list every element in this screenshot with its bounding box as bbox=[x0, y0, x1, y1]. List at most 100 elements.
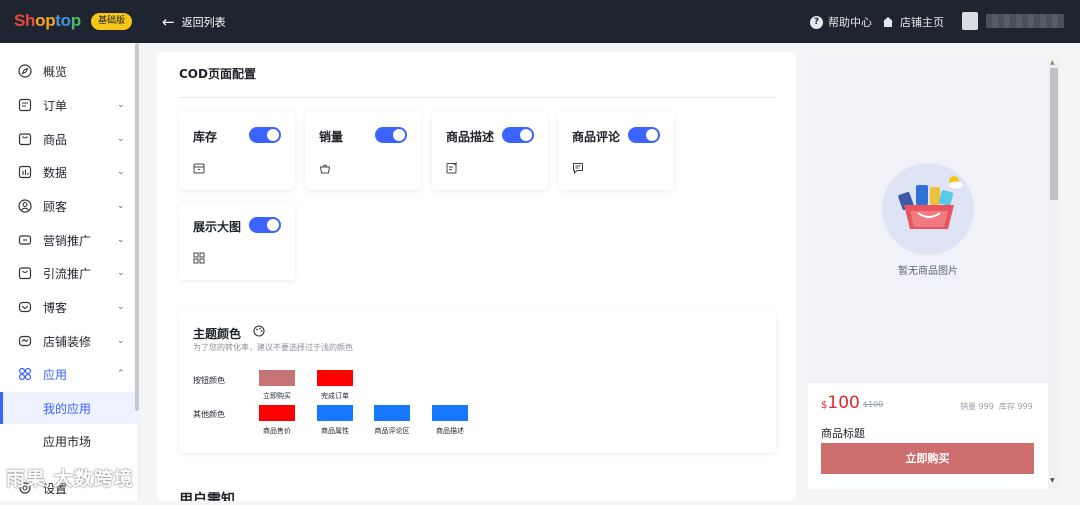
sidebar-item-label: 订单 bbox=[43, 98, 68, 113]
chevron-down-icon: ⌄ bbox=[117, 268, 125, 278]
inventory-icon bbox=[193, 163, 205, 174]
product-stats: 销量 999 库存 999 bbox=[960, 401, 1033, 412]
chevron-down-icon: ⌄ bbox=[117, 302, 125, 312]
reviews-toggle[interactable] bbox=[628, 127, 660, 143]
toggle-knob bbox=[267, 129, 279, 141]
page-title: COD页面配置 bbox=[179, 67, 256, 81]
description-color-swatch[interactable] bbox=[432, 405, 468, 421]
toggle-label: 展示大图 bbox=[193, 220, 242, 234]
inventory-toggle[interactable] bbox=[249, 127, 281, 143]
chevron-down-icon: ⌄ bbox=[117, 235, 125, 245]
product-price: $100 bbox=[821, 393, 860, 413]
price-value: 100 bbox=[827, 393, 860, 413]
scroll-up-arrow-icon[interactable]: ▲ bbox=[1050, 59, 1055, 66]
arrow-left-icon: ← bbox=[162, 13, 175, 31]
swatch-label: 立即购买 bbox=[263, 392, 291, 400]
sidebar-item-blog[interactable]: 博客 ⌄ bbox=[0, 290, 139, 324]
sidebar-scrollbar[interactable] bbox=[135, 43, 139, 411]
sidebar-item-apps[interactable]: 应用 ⌃ bbox=[0, 357, 139, 391]
watermark-text: 雨果 大数跨境 bbox=[6, 468, 134, 490]
preview-scrollbar-thumb[interactable] bbox=[1050, 68, 1058, 200]
back-to-list-button[interactable]: ← 返回列表 bbox=[162, 14, 226, 30]
sidebar-subitem-label: 应用市场 bbox=[43, 434, 92, 449]
question-icon: ? bbox=[810, 15, 823, 29]
sidebar-item-marketing[interactable]: 营销推广 ⌄ bbox=[0, 223, 139, 257]
logo-text-1: Sh bbox=[14, 11, 36, 30]
sidebar-subitem-app-market[interactable]: 应用市场 bbox=[0, 425, 139, 457]
shopping-bag-icon bbox=[898, 176, 963, 229]
comment-icon bbox=[573, 163, 583, 174]
buy-now-color-swatch[interactable] bbox=[259, 370, 295, 386]
sidebar-item-traffic[interactable]: 引流推广 ⌄ bbox=[0, 256, 139, 290]
complete-order-color-swatch[interactable] bbox=[317, 370, 353, 386]
other-color-label: 其他颜色 bbox=[193, 410, 225, 419]
sidebar-item-customers[interactable]: 顾客 ⌄ bbox=[0, 189, 139, 223]
logo-text-2: op bbox=[35, 11, 56, 30]
back-label: 返回列表 bbox=[181, 16, 226, 29]
compass-icon bbox=[18, 64, 32, 78]
toggle-card-sales: 销量 bbox=[305, 112, 421, 190]
theme-title: 主题颜色 bbox=[193, 327, 242, 341]
sidebar-item-overview[interactable]: 概览 bbox=[0, 54, 139, 88]
sales-count: 销量 999 bbox=[960, 402, 994, 411]
description-toggle[interactable] bbox=[502, 127, 534, 143]
toggle-knob bbox=[267, 219, 279, 231]
divider bbox=[179, 97, 776, 98]
design-icon bbox=[18, 335, 32, 347]
product-icon bbox=[18, 133, 32, 146]
original-price: $100 bbox=[863, 400, 884, 409]
sidebar-subitem-my-apps[interactable]: 我的应用 bbox=[0, 392, 139, 424]
chevron-up-icon: ⌃ bbox=[117, 369, 125, 379]
traffic-icon bbox=[18, 267, 32, 280]
stock-count: 库存 999 bbox=[998, 402, 1033, 411]
palette-icon[interactable] bbox=[253, 325, 265, 337]
sidebar-item-label: 应用 bbox=[43, 367, 68, 382]
sidebar-subitem-label: 我的应用 bbox=[43, 401, 92, 416]
home-icon bbox=[883, 17, 893, 27]
basket-icon bbox=[319, 164, 331, 174]
user-icon bbox=[18, 199, 32, 213]
sidebar-item-label: 商品 bbox=[43, 132, 68, 147]
sidebar-item-products[interactable]: 商品 ⌄ bbox=[0, 122, 139, 156]
shoptop-logo[interactable]: Shoptop bbox=[14, 11, 81, 31]
product-image-placeholder: 暂无商品图片 bbox=[808, 57, 1048, 383]
order-icon bbox=[18, 98, 32, 112]
large-image-toggle[interactable] bbox=[249, 217, 281, 233]
chevron-down-icon: ⌄ bbox=[117, 201, 125, 211]
sidebar-item-label: 店铺装修 bbox=[43, 334, 92, 349]
chevron-down-icon: ⌄ bbox=[117, 100, 125, 110]
account-name-redacted[interactable] bbox=[986, 14, 1064, 28]
sidebar-item-store-design[interactable]: 店铺装修 ⌄ bbox=[0, 324, 139, 358]
sidebar-item-label: 顾客 bbox=[43, 199, 68, 214]
edit-icon bbox=[446, 162, 458, 174]
product-info: $100 $100 销量 999 库存 999 商品标题 立即购买 bbox=[808, 383, 1048, 489]
swatch-label: 完成订单 bbox=[321, 392, 349, 400]
toggle-label: 商品描述 bbox=[446, 130, 495, 144]
help-center-link[interactable]: ? 帮助中心 bbox=[810, 14, 872, 30]
cod-config-panel: COD页面配置 库存 销量 商品描述 商品评论 展示大图 主题颜色 为了您的转化… bbox=[157, 52, 796, 501]
scroll-down-arrow-icon[interactable]: ▼ bbox=[1050, 477, 1055, 484]
toggle-label: 商品评论 bbox=[572, 130, 621, 144]
store-label: 店铺主页 bbox=[900, 16, 944, 29]
sidebar-item-label: 营销推广 bbox=[43, 233, 92, 248]
attribute-color-swatch[interactable] bbox=[317, 405, 353, 421]
price-color-swatch[interactable] bbox=[259, 405, 295, 421]
no-image-text: 暂无商品图片 bbox=[898, 266, 958, 277]
sales-toggle[interactable] bbox=[375, 127, 407, 143]
sidebar-item-orders[interactable]: 订单 ⌄ bbox=[0, 88, 139, 122]
chevron-down-icon: ⌄ bbox=[117, 134, 125, 144]
toggle-card-description: 商品描述 bbox=[432, 112, 548, 190]
store-home-link[interactable]: 店铺主页 bbox=[882, 14, 944, 30]
swatch-label: 商品评论区 bbox=[374, 427, 410, 435]
marketing-icon bbox=[18, 235, 32, 245]
sidebar-item-data[interactable]: 数据 ⌄ bbox=[0, 155, 139, 189]
buy-now-button[interactable]: 立即购买 bbox=[821, 443, 1034, 474]
top-bar: Shoptop 基础版 ← 返回列表 ? 帮助中心 店铺主页 bbox=[0, 0, 1080, 43]
swatch-label: 商品属性 bbox=[321, 427, 349, 435]
toggle-knob bbox=[646, 129, 658, 141]
toggle-label: 销量 bbox=[319, 130, 344, 144]
toggle-label: 库存 bbox=[193, 130, 218, 144]
review-area-color-swatch[interactable] bbox=[374, 405, 410, 421]
avatar[interactable] bbox=[962, 12, 978, 30]
logo-text-4: p bbox=[70, 11, 81, 30]
